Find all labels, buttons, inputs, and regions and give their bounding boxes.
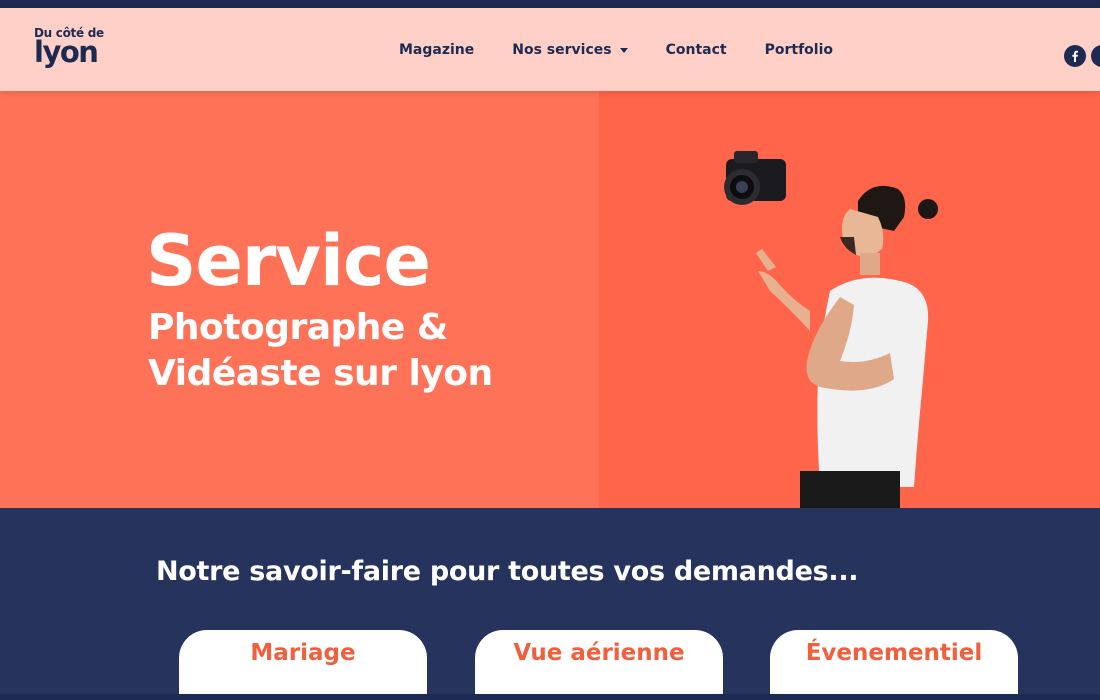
person-figure: [756, 185, 938, 508]
service-card-evenementiel[interactable]: Évenementiel: [770, 630, 1018, 700]
logo-wordmark: lyon: [34, 35, 99, 69]
site-header: Du côté de lyon Magazine Nos services Co…: [0, 8, 1100, 91]
instagram-icon[interactable]: [1091, 45, 1100, 67]
nav-item-magazine[interactable]: Magazine: [399, 42, 474, 58]
chevron-down-icon: [619, 47, 628, 53]
nav-label: Nos services: [512, 42, 612, 58]
nav-label: Magazine: [399, 42, 475, 58]
bottom-strip: [0, 694, 1100, 700]
hero: Service Photographe & Vidéaste sur lyon: [0, 91, 1100, 508]
main-nav: Magazine Nos services Contact Portfolio: [399, 40, 871, 60]
logo[interactable]: Du côté de lyon: [34, 26, 114, 72]
nav-label: Contact: [665, 42, 727, 58]
top-strip: [0, 0, 1100, 8]
nav-label: Portfolio: [764, 42, 833, 58]
camera-icon: [724, 151, 786, 205]
hero-subtitle-line1: Photographe &: [148, 307, 448, 348]
services-section: Notre savoir-faire pour toutes vos deman…: [0, 508, 1100, 700]
service-card-mariage[interactable]: Mariage: [179, 630, 427, 700]
section-title: Notre savoir-faire pour toutes vos deman…: [156, 556, 859, 587]
hero-subtitle: Photographe & Vidéaste sur lyon: [148, 305, 568, 397]
hero-subtitle-line2: Vidéaste sur lyon: [148, 353, 493, 394]
facebook-glyph: [1072, 50, 1078, 62]
nav-item-portfolio[interactable]: Portfolio: [765, 42, 833, 58]
card-label: Mariage: [250, 640, 356, 666]
hero-title: Service: [146, 220, 431, 302]
facebook-icon[interactable]: [1064, 45, 1086, 67]
card-label: Vue aérienne: [513, 640, 685, 666]
photographer-illustration: [724, 151, 938, 508]
nav-item-nos-services[interactable]: Nos services: [512, 42, 628, 58]
card-label: Évenementiel: [805, 640, 983, 666]
service-card-vue-aerienne[interactable]: Vue aérienne: [475, 630, 723, 700]
nav-item-contact[interactable]: Contact: [666, 42, 727, 58]
